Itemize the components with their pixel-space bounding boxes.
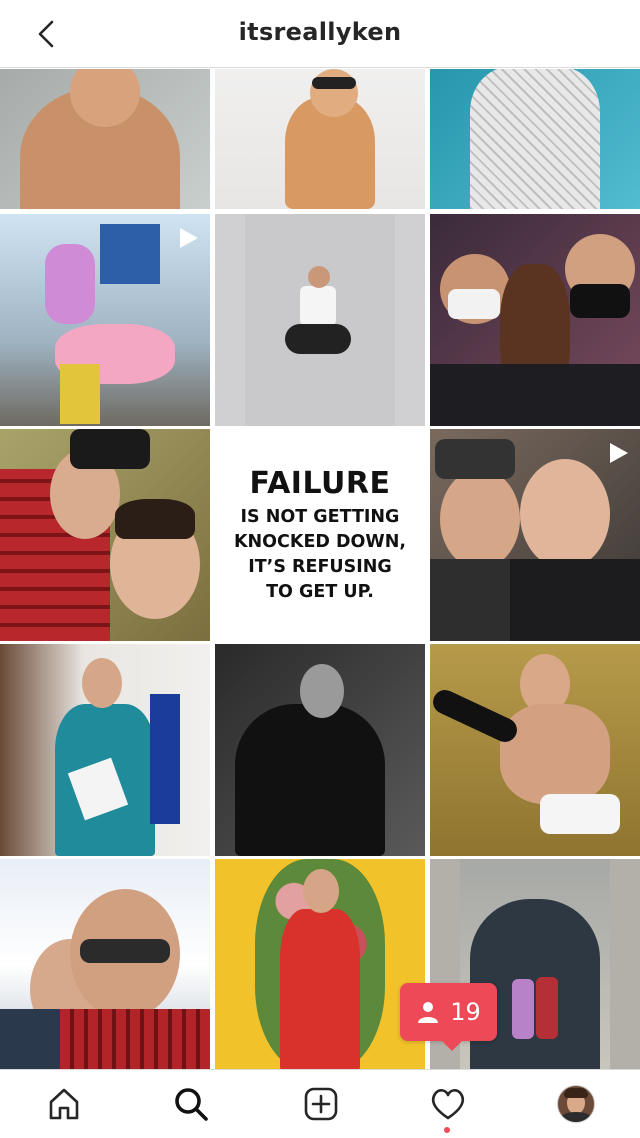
profile-tab[interactable] — [556, 1084, 596, 1124]
search-icon — [175, 1088, 208, 1121]
person-icon — [418, 1002, 439, 1023]
quote-headline: FAILURE — [249, 465, 391, 501]
couch-underwear-photo[interactable] — [430, 644, 640, 856]
likes-count: 19 — [450, 998, 481, 1026]
search-tab[interactable] — [171, 1084, 211, 1124]
new-post-tab[interactable] — [301, 1084, 341, 1124]
jumping-man-collage-photo[interactable] — [215, 214, 425, 426]
page-title: itsreallyken — [238, 18, 402, 46]
couple-indoor-selfie-photo[interactable] — [430, 429, 640, 641]
home-tab[interactable] — [44, 1084, 84, 1124]
add-post-icon — [304, 1087, 338, 1121]
shirtless-man-photo[interactable] — [0, 69, 210, 209]
badge-tail — [442, 1041, 462, 1051]
quote-line: KNOCKED DOWN, — [233, 531, 407, 552]
quote-post[interactable]: FAILURE IS NOT GETTING KNOCKED DOWN, IT’… — [215, 429, 425, 641]
home-icon — [49, 1088, 79, 1120]
floral-red-suit-photo[interactable] — [215, 859, 425, 1069]
quote-line: TO GET UP. — [266, 581, 374, 602]
quote-line: IS NOT GETTING — [240, 506, 400, 527]
photo-grid: FAILURE IS NOT GETTING KNOCKED DOWN, IT’… — [0, 69, 640, 1069]
couple-selfie-photo[interactable] — [0, 429, 210, 641]
leather-jacket-bw-photo[interactable] — [215, 644, 425, 856]
likes-notification-badge[interactable]: 19 — [400, 983, 497, 1051]
carousel-horse-photo[interactable] — [0, 214, 210, 426]
blue-suit-photo[interactable] — [0, 644, 210, 856]
heart-icon — [431, 1089, 465, 1120]
profile-avatar — [557, 1085, 595, 1123]
video-play-icon — [610, 443, 628, 463]
masked-shirtless-man-photo[interactable] — [215, 69, 425, 209]
snow-selfie-photo[interactable] — [0, 859, 210, 1069]
activity-tab[interactable] — [428, 1084, 468, 1124]
bottom-navbar — [0, 1069, 640, 1138]
video-play-icon — [180, 228, 198, 248]
top-header: itsreallyken — [0, 0, 640, 68]
activity-notification-dot — [444, 1127, 450, 1133]
quote-text: FAILURE IS NOT GETTING KNOCKED DOWN, IT’… — [215, 429, 425, 641]
quote-line: IT’S REFUSING — [248, 556, 392, 577]
white-dress-photo[interactable] — [430, 69, 640, 209]
group-masks-photo[interactable] — [430, 214, 640, 426]
